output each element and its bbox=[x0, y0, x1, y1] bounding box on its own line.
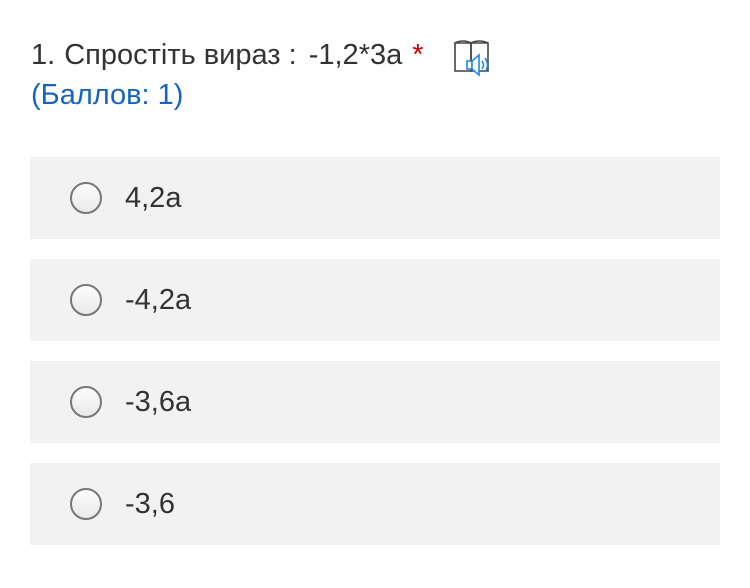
answer-option[interactable]: -3,6 bbox=[30, 463, 720, 545]
required-marker: * bbox=[412, 39, 424, 71]
question-block: 1. Спростіть вираз : -1,2*3a * (Баллов: … bbox=[31, 34, 721, 116]
radio-button[interactable] bbox=[70, 488, 102, 520]
book-audio-icon[interactable] bbox=[452, 37, 496, 77]
answer-options: 4,2a -4,2a -3,6a -3,6 bbox=[30, 157, 720, 565]
radio-button[interactable] bbox=[70, 386, 102, 418]
answer-option[interactable]: 4,2a bbox=[30, 157, 720, 239]
answer-option[interactable]: -4,2a bbox=[30, 259, 720, 341]
answer-option-label: -3,6a bbox=[125, 385, 192, 418]
answer-option-label: -3,6 bbox=[125, 487, 175, 520]
answer-option-label: 4,2a bbox=[125, 181, 182, 214]
question-points: (Баллов: 1) bbox=[31, 79, 184, 111]
radio-button[interactable] bbox=[70, 284, 102, 316]
question-header: 1. Спростіть вираз : -1,2*3a * bbox=[31, 34, 721, 77]
question-text: Спростіть вираз : bbox=[64, 39, 297, 71]
answer-option-label: -4,2a bbox=[125, 283, 192, 316]
question-number: 1. bbox=[31, 39, 56, 71]
question-expression: -1,2*3a bbox=[308, 39, 403, 71]
radio-button[interactable] bbox=[70, 182, 102, 214]
answer-option[interactable]: -3,6a bbox=[30, 361, 720, 443]
